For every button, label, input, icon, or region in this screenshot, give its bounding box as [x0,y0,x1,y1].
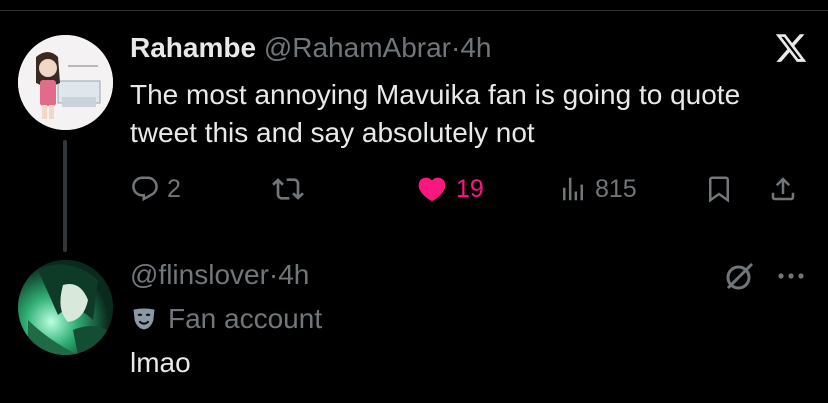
views-icon [563,177,583,201]
bookmark-button[interactable] [704,171,734,207]
separator: · [450,32,461,63]
badge-label: Fan account [168,303,323,334]
reply-count: 2 [167,174,181,203]
avatar-rahambe[interactable] [18,35,113,130]
like-count: 19 [456,174,484,203]
more-icon[interactable] [776,266,806,286]
heart-icon [418,177,446,202]
timestamp[interactable]: 4h [460,32,491,63]
retweet-icon [272,178,304,200]
fan-account-badge: Fan account [130,300,322,338]
retweet-button[interactable] [272,171,304,207]
avatar-flinslover[interactable] [18,260,113,355]
reply-handle[interactable]: @flinslover [130,259,269,290]
views-button[interactable]: 815 [558,171,637,207]
reply-button[interactable]: 2 [130,171,181,207]
share-icon [771,177,795,201]
reply-icon [132,176,158,202]
handle[interactable]: @RahamAbrar [264,32,451,63]
view-count: 815 [595,174,637,203]
x-logo-icon[interactable] [774,31,808,65]
mask-icon [133,308,155,330]
tweet-header: Rahambe @RahamAbrar·4h [130,30,491,66]
separator: · [268,259,279,290]
bookmark-icon [709,176,729,203]
reply-text: lmao [130,347,191,378]
top-divider [0,10,828,11]
reply-header: @flinslover·4h [130,257,309,293]
grok-icon[interactable] [722,258,758,294]
share-button[interactable] [768,171,798,207]
thread-connector [63,140,67,252]
tweet-text: The most annoying Mavuika fan is going t… [130,79,741,148]
display-name[interactable]: Rahambe [130,32,256,63]
reply-timestamp[interactable]: 4h [278,259,309,290]
like-button[interactable]: 19 [415,171,484,207]
